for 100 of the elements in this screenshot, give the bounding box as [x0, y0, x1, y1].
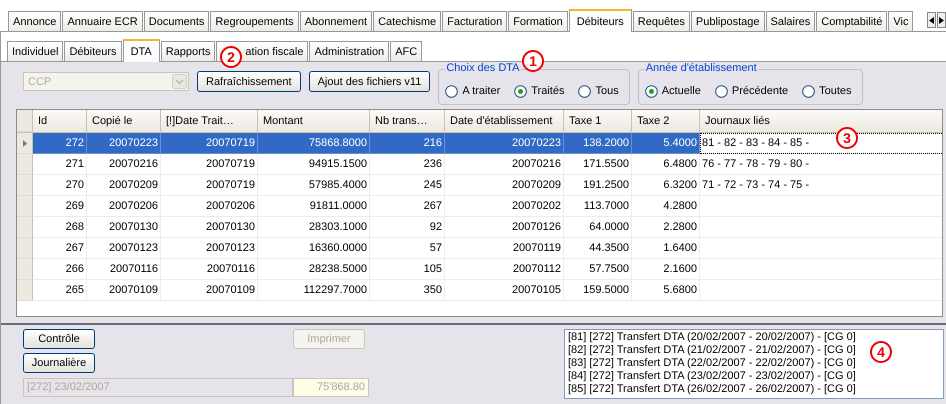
table-cell: 4.2800	[632, 196, 700, 217]
tab[interactable]: Comptabilité	[816, 11, 888, 31]
table-cell: 138.2000	[564, 133, 632, 154]
tab[interactable]: Salaires	[766, 11, 816, 31]
table-cell: 267	[33, 238, 87, 259]
tab[interactable]: Catechisme	[373, 11, 442, 31]
radio-label: Précédente	[732, 85, 788, 97]
tab[interactable]: Requêtes	[632, 11, 690, 31]
journal-entry[interactable]: [85] [272] Transfert DTA (26/02/2007 - 26/02/2007) - [CG 0]	[568, 383, 856, 396]
journal-entry[interactable]: [82] [272] Transfert DTA (21/02/2007 - 21/02/2007) - [CG 0]	[568, 344, 856, 357]
table-cell: 20070130	[87, 217, 161, 238]
control-button[interactable]: Contrôle	[23, 329, 95, 349]
scroll-left-icon[interactable]	[927, 12, 936, 28]
group-title: Année d'établissement	[644, 62, 758, 74]
table-cell: 20070116	[161, 259, 258, 280]
table-cell: 20070223	[445, 133, 564, 154]
row-header[interactable]	[17, 280, 33, 301]
table-cell: 71 - 72 - 73 - 74 - 75 -	[700, 175, 942, 196]
table-cell: 191.2500	[564, 175, 632, 196]
table-cell: 272	[33, 133, 87, 154]
table-cell: 20070206	[161, 196, 258, 217]
table-cell: 171.5500	[564, 154, 632, 175]
journal-entry[interactable]: [83] [272] Transfert DTA (22/02/2007 - 22/02/2007) - [CG 0]	[568, 357, 856, 370]
toolbar-button[interactable]: Rafraîchissement	[197, 71, 301, 92]
table-cell: 267	[370, 196, 445, 217]
column-header[interactable]: [!]Date Trait…	[161, 110, 258, 132]
tab[interactable]: Documents	[144, 11, 210, 31]
table-cell: 159.5000	[564, 280, 632, 301]
table-cell: 245	[370, 175, 445, 196]
column-header[interactable]: Nb trans…	[370, 110, 445, 132]
row-header[interactable]	[17, 259, 33, 280]
tab[interactable]: Rapports	[160, 41, 216, 61]
table-cell: 20070116	[87, 259, 161, 280]
table-cell: 20070216	[87, 154, 161, 175]
table-cell: 265	[33, 280, 87, 301]
row-header[interactable]	[17, 133, 33, 154]
row-header[interactable]	[17, 175, 33, 196]
column-header[interactable]: Date d'établissement	[445, 110, 564, 132]
row-header[interactable]	[17, 154, 33, 175]
tab[interactable]: Vic	[888, 11, 914, 31]
radio-option[interactable]: Traités	[514, 84, 564, 98]
table-cell: 2.2800	[632, 217, 700, 238]
column-header[interactable]: Copié le	[87, 110, 161, 132]
radio-option[interactable]: A traiter	[445, 84, 500, 98]
toolbar-button[interactable]: Ajout des fichiers v11	[308, 71, 430, 92]
table-cell: 268	[33, 217, 87, 238]
column-header[interactable]: Id	[33, 110, 87, 132]
tab[interactable]: Formation	[508, 11, 568, 31]
tab[interactable]: Publipostage	[690, 11, 764, 31]
table-cell: 20070112	[445, 259, 564, 280]
table-cell: 20070223	[87, 133, 161, 154]
column-header[interactable]: Taxe 1	[564, 110, 632, 132]
radio-label: Traités	[531, 85, 564, 97]
tab[interactable]: Abonnement	[300, 11, 372, 31]
radio-label: Tous	[595, 85, 619, 97]
tab[interactable]: AFC	[390, 41, 422, 61]
radio-option[interactable]: Actuelle	[644, 84, 701, 98]
table-cell: 94915.1500	[258, 154, 370, 175]
table-cell: 64.0000	[564, 217, 632, 238]
table-cell: 20070123	[87, 238, 161, 259]
tab[interactable]: DTA	[122, 39, 160, 62]
table-cell: 269	[33, 196, 87, 217]
tab[interactable]: Débiteurs	[64, 41, 122, 61]
table-cell: 266	[33, 259, 87, 280]
table-cell: 20070209	[445, 175, 564, 196]
table-cell: 2.1600	[632, 259, 700, 280]
table-cell: 5.6800	[632, 280, 700, 301]
tab[interactable]: Individuel	[7, 41, 64, 61]
journal-entry[interactable]: [81] [272] Transfert DTA (20/02/2007 - 20/02/2007) - [CG 0]	[568, 331, 856, 344]
column-header[interactable]: Taxe 2	[632, 110, 700, 132]
journal-list[interactable]	[564, 329, 944, 399]
tab[interactable]: Débiteurs	[568, 9, 632, 32]
row-header[interactable]	[17, 217, 33, 238]
table-cell: 236	[370, 154, 445, 175]
radio-option[interactable]: Tous	[578, 84, 619, 98]
tab[interactable]: Facturation	[442, 11, 508, 31]
daily-button[interactable]: Journalière	[23, 353, 95, 374]
row-header[interactable]	[17, 196, 33, 217]
table-cell: 57.7500	[564, 259, 632, 280]
tab[interactable]: Annuaire ECR	[62, 11, 143, 31]
table-cell: 271	[33, 154, 87, 175]
tab[interactable]: Administration	[309, 41, 390, 61]
table-cell: 113.7000	[564, 196, 632, 217]
radio-option[interactable]: Toutes	[802, 84, 852, 98]
table-cell: 57985.4000	[258, 175, 370, 196]
table-cell: 92	[370, 217, 445, 238]
table-cell: 20070126	[445, 217, 564, 238]
column-header[interactable]: Montant	[258, 110, 370, 132]
radio-label: Actuelle	[662, 85, 701, 97]
tab[interactable]: Annonce	[8, 11, 62, 31]
scroll-right-icon[interactable]	[937, 12, 946, 28]
row-header[interactable]	[17, 238, 33, 259]
radio-option[interactable]: Précédente	[714, 84, 788, 98]
radio-label: A traiter	[462, 85, 500, 97]
table-cell: 6.4800	[632, 154, 700, 175]
journal-entry[interactable]: [84] [272] Transfert DTA (23/02/2007 - 23/02/2007) - [CG 0]	[568, 370, 856, 383]
table-cell: 5.4000	[632, 133, 700, 154]
table-cell: 76 - 77 - 78 - 79 - 80 -	[700, 154, 942, 175]
tab[interactable]: Regroupements	[210, 11, 299, 31]
table-cell: 20070209	[87, 175, 161, 196]
